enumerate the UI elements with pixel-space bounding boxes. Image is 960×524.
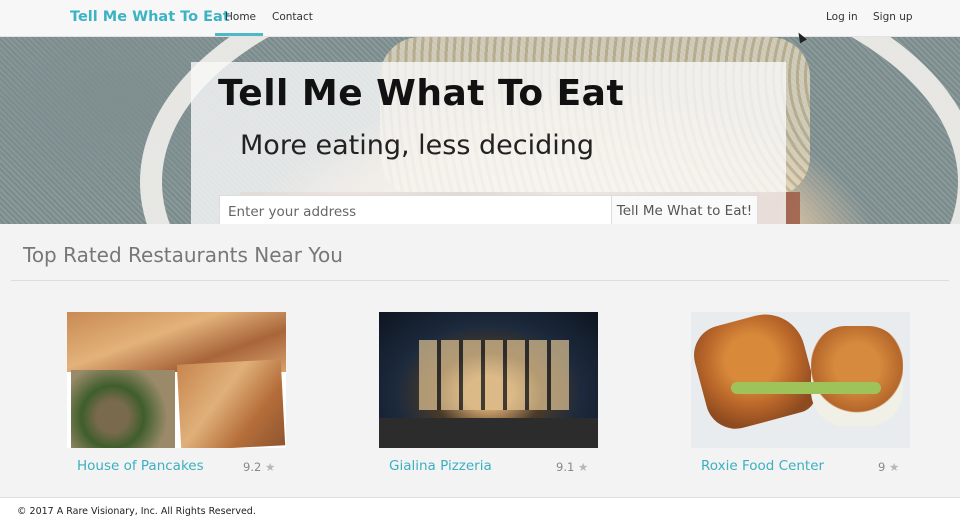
food-photo-part: [379, 418, 598, 448]
food-photo-part: [176, 359, 286, 448]
star-icon: ★: [264, 460, 276, 474]
rating-value: 9.2: [243, 460, 262, 474]
hero-banner: Tell Me What To Eat More eating, less de…: [0, 37, 960, 224]
restaurant-image-roxie-food-center[interactable]: [691, 312, 910, 448]
hero-subtitle: More eating, less deciding: [240, 130, 594, 161]
star-icon: ★: [577, 460, 589, 474]
address-input[interactable]: [219, 195, 612, 224]
restaurant-name-link[interactable]: House of Pancakes: [77, 458, 204, 474]
restaurant-image-gialina-pizzeria[interactable]: [379, 312, 598, 448]
signup-link[interactable]: Sign up: [873, 11, 913, 23]
star-icon: ★: [888, 460, 900, 474]
top-navbar: Tell Me What To Eat Home Contact Log in …: [0, 0, 960, 37]
restaurant-name-link[interactable]: Roxie Food Center: [701, 458, 824, 474]
restaurant-name-link[interactable]: Gialina Pizzeria: [389, 458, 492, 474]
hero-title: Tell Me What To Eat: [218, 73, 625, 114]
nav-link-contact[interactable]: Contact: [272, 11, 313, 23]
nav-link-home[interactable]: Home: [225, 11, 256, 23]
tell-me-what-to-eat-button[interactable]: Tell Me What to Eat!: [612, 195, 758, 224]
hero-search-panel: Tell Me What To Eat More eating, less de…: [191, 62, 786, 224]
restaurant-rating: 9.1 ★: [556, 460, 588, 474]
section-title: Top Rated Restaurants Near You: [23, 243, 343, 267]
section-divider: [11, 280, 949, 281]
food-photo-part: [419, 340, 569, 410]
active-nav-indicator: [215, 33, 263, 36]
rating-value: 9: [878, 460, 886, 474]
restaurant-rating: 9 ★: [878, 460, 899, 474]
restaurant-image-house-of-pancakes[interactable]: [67, 312, 286, 448]
login-link[interactable]: Log in: [826, 11, 858, 23]
rating-value: 9.1: [556, 460, 575, 474]
restaurant-rating: 9.2 ★: [243, 460, 275, 474]
brand-logo-link[interactable]: Tell Me What To Eat: [70, 9, 230, 25]
page-footer: © 2017 A Rare Visionary, Inc. All Rights…: [0, 497, 960, 524]
food-photo-part: [71, 370, 175, 448]
food-photo-part: [811, 326, 903, 426]
copyright-text: © 2017 A Rare Visionary, Inc. All Rights…: [17, 506, 256, 517]
food-photo-part: [731, 382, 881, 394]
food-photo-part: [691, 312, 821, 436]
